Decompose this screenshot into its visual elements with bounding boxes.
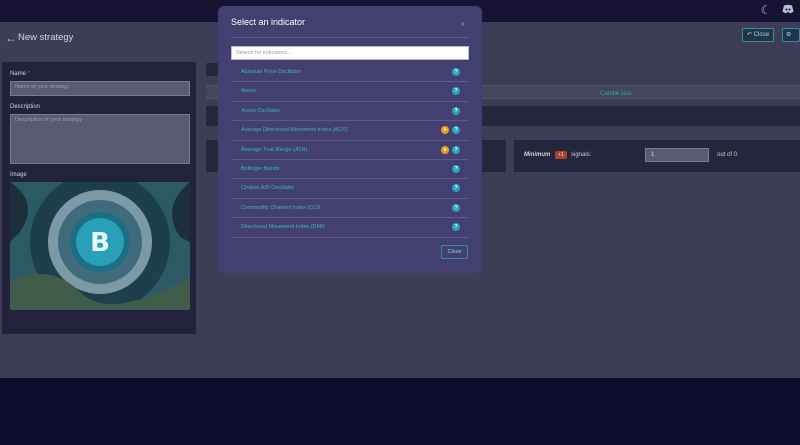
name-placeholder: Name of your strategy	[15, 84, 70, 90]
indicator-label: Commodity Channel Index (CCI)	[241, 204, 321, 211]
description-placeholder: Description of your strategy	[15, 117, 82, 123]
close-button-label: Close	[753, 32, 770, 38]
indicator-label: Average True Range (ATR)	[241, 146, 308, 153]
indicator-list: Absolute Price Oscillator? Aroon? Aroon Os…	[231, 63, 469, 231]
help-icon[interactable]: ?	[452, 126, 460, 135]
indicator-item[interactable]: Average Directional Movement Index (ADX)…	[231, 121, 469, 141]
image-label: Image	[10, 172, 27, 178]
indicator-item[interactable]: Aroon?	[231, 82, 469, 102]
search-input[interactable]: Search for indicators...	[231, 46, 469, 60]
indicator-item[interactable]: Chaikin A/D Oscillator?	[231, 179, 469, 199]
indicator-label: Absolute Price Oscillator	[241, 69, 301, 75]
name-input[interactable]: Name of your strategy	[10, 81, 190, 96]
out-of-label: out of 0.	[717, 152, 739, 158]
modal-title: Select an indicator	[231, 17, 306, 27]
indicator-label: Aroon Oscillator	[241, 107, 281, 114]
indicator-item[interactable]: Bollinger Bands?	[231, 160, 469, 180]
moon-icon[interactable]: ☾	[759, 3, 773, 17]
info-button[interactable]: ⚙	[782, 28, 800, 42]
help-icon[interactable]: ?	[452, 184, 460, 193]
help-icon[interactable]: ?	[452, 165, 460, 173]
indicator-item[interactable]: Directional Movement Index (DMI)?	[231, 218, 469, 231]
minimum-label: Minimum	[524, 152, 551, 158]
discord-icon[interactable]	[781, 3, 795, 17]
indicator-item[interactable]: Aroon Oscillator?	[231, 102, 469, 122]
close-button[interactable]: ↶ Close	[742, 28, 775, 42]
name-label: Name *	[10, 71, 31, 77]
modal-footer-divider	[231, 237, 469, 238]
svg-text:B: B	[90, 228, 110, 258]
minimum-badge: +1	[555, 151, 567, 159]
premium-star-icon: ★	[441, 126, 449, 135]
page-title: New strategy	[18, 32, 74, 43]
help-icon[interactable]: ?	[452, 106, 460, 115]
indicator-label: Chaikin A/D Oscillator	[241, 185, 295, 192]
modal-close-button[interactable]: Close	[441, 245, 468, 259]
indicator-item[interactable]: Commodity Channel Index (CCI)?	[231, 199, 469, 219]
help-icon[interactable]: ?	[452, 87, 460, 96]
strategy-image[interactable]: B	[10, 182, 190, 310]
indicator-label: Directional Movement Index (DMI)	[241, 224, 325, 231]
indicator-item[interactable]: Average True Range (ATR) ★?	[231, 141, 469, 160]
candle-size-label: Candle size	[600, 91, 632, 97]
help-icon[interactable]: ?	[452, 145, 460, 154]
modal-divider	[231, 37, 469, 38]
indicator-item[interactable]: Absolute Price Oscillator?	[231, 63, 469, 83]
help-icon[interactable]: ?	[452, 223, 460, 231]
premium-star-icon: ★	[441, 145, 449, 154]
signals-label: signals:	[571, 152, 592, 158]
indicator-label: Aroon	[241, 88, 256, 95]
help-icon[interactable]: ?	[452, 68, 460, 76]
strategy-form-panel: Name * Name of your strategy Description…	[2, 62, 196, 334]
select-indicator-modal: Select an indicator × Search for indicat…	[218, 6, 482, 273]
help-icon[interactable]: ?	[452, 203, 460, 212]
search-placeholder: Search for indicators...	[236, 50, 292, 56]
description-label: Description	[10, 104, 41, 110]
back-arrow-icon[interactable]: ←	[5, 31, 17, 45]
minimum-signals-input[interactable]: 1	[645, 148, 709, 162]
description-textarea[interactable]: Description of your strategy	[10, 114, 190, 164]
indicator-label: Bollinger Bands	[241, 166, 280, 172]
close-icon[interactable]: ×	[460, 19, 465, 29]
indicator-label: Average Directional Movement Index (ADX)	[241, 127, 348, 134]
